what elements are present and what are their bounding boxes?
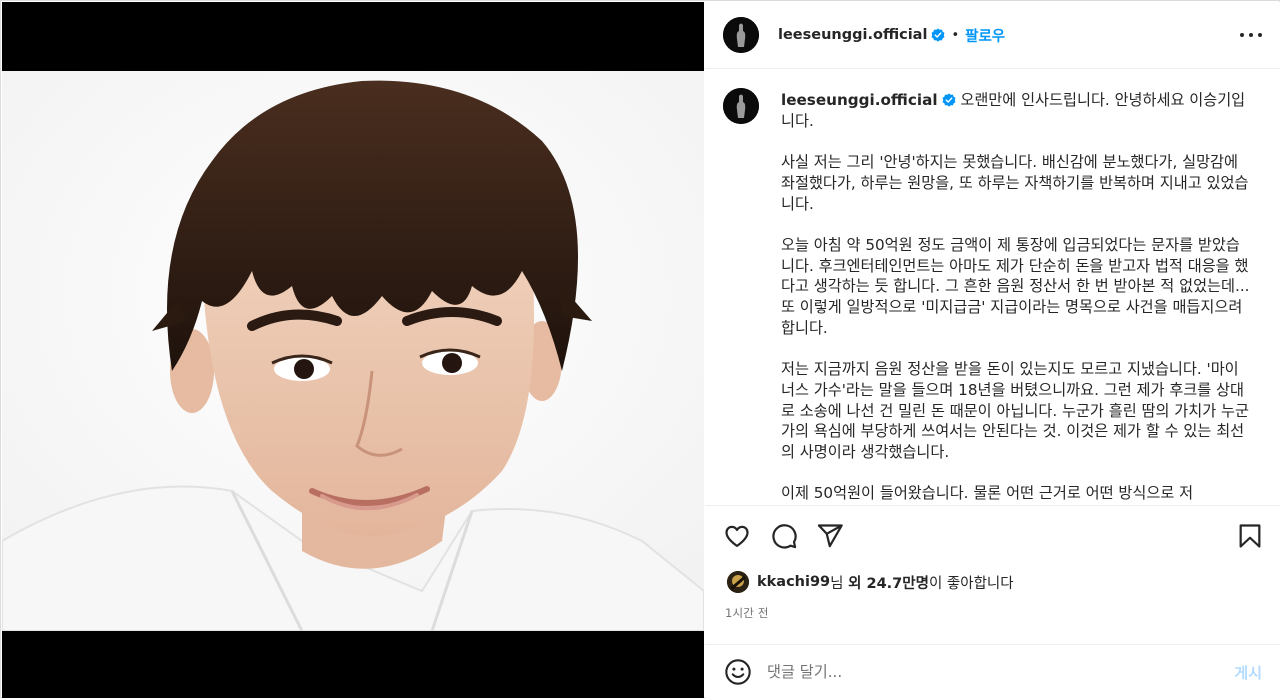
post-dialog: leeseunggi.official • 팔로우 leeseunggi.off… [0, 0, 1280, 698]
header-separator: • [951, 27, 960, 43]
more-options-icon[interactable] [1240, 25, 1262, 45]
caption-scroll-area[interactable]: leeseunggi.official 오랜만에 인사드립니다. 안녕하세요 이… [705, 70, 1280, 506]
caption-paragraph: 사실 저는 그리 '안녕'하지는 못했습니다. 배신감에 분노했다가, 실망감에… [781, 153, 1249, 213]
liker-avatar[interactable] [727, 571, 749, 593]
header-username[interactable]: leeseunggi.official [778, 27, 927, 43]
post-header: leeseunggi.official • 팔로우 [705, 2, 1280, 69]
follow-button[interactable]: 팔로우 [965, 25, 1005, 46]
caption-text: leeseunggi.official 오랜만에 인사드립니다. 안녕하세요 이… [781, 90, 1251, 504]
profile-avatar[interactable] [723, 17, 759, 53]
post-actions [705, 518, 1280, 558]
caption-paragraph: 오늘 아침 약 50억원 정도 금액이 제 통장에 입금되었다는 문자를 받았습… [781, 235, 1250, 337]
verified-badge-icon [931, 28, 945, 42]
portrait-illustration [2, 71, 704, 631]
caption-author[interactable]: leeseunggi.official [781, 91, 938, 109]
likes-count[interactable]: 외 24.7만명 [848, 572, 929, 593]
heart-icon[interactable] [723, 522, 751, 550]
likes-text: 이 좋아합니다 [928, 575, 1014, 592]
comment-icon[interactable] [770, 522, 798, 550]
caption-avatar-wrap [723, 88, 759, 124]
emoji-icon[interactable] [724, 658, 752, 686]
post-timestamp[interactable]: 1시간 전 [725, 605, 769, 621]
caption-paragraph: 저는 지금까지 음원 정산을 받을 돈이 있는지도 모르고 지냈습니다. '마이… [781, 360, 1249, 461]
post-side-panel: leeseunggi.official • 팔로우 leeseunggi.off… [705, 2, 1280, 698]
comment-input[interactable] [767, 659, 1187, 685]
caption-paragraph: 이제 50억원이 들어왔습니다. 물론 어떤 근거로 어떤 방식으로 저 [781, 484, 1194, 503]
share-icon[interactable] [816, 522, 844, 550]
likes-summary: kkachi99 님 외 24.7만명 이 좋아합니다 [727, 570, 1014, 594]
liker-suffix: 님 [830, 575, 844, 592]
liker-username[interactable]: kkachi99 [757, 574, 830, 590]
caption-intro: leeseunggi.official 오랜만에 인사드립니다. 안녕하세요 이… [781, 90, 1251, 131]
post-photo [2, 71, 704, 631]
post-media[interactable] [2, 2, 704, 698]
verified-badge-icon [942, 93, 956, 107]
bookmark-icon[interactable] [1236, 522, 1264, 550]
caption-avatar[interactable] [723, 88, 759, 124]
comment-bar: 게시 [705, 644, 1280, 698]
post-comment-button[interactable]: 게시 [1234, 662, 1262, 683]
